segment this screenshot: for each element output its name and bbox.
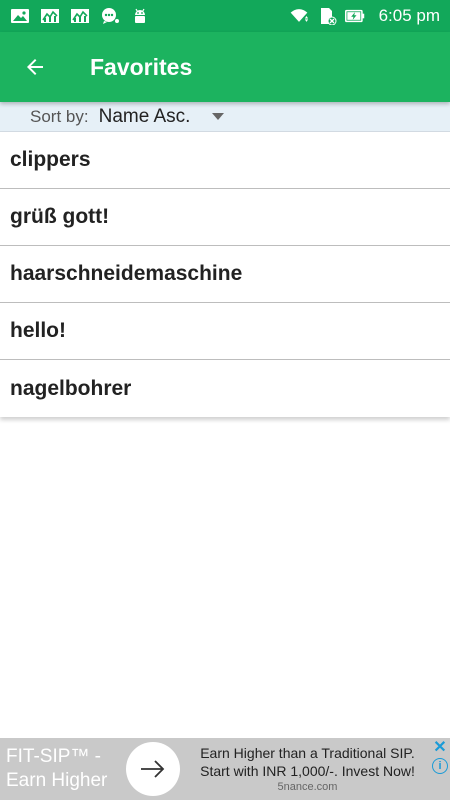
battery-charging-icon [344, 7, 365, 25]
sort-dropdown[interactable]: Name Asc. [99, 106, 249, 128]
arrow-left-icon [27, 59, 43, 75]
ad-banner[interactable]: FIT-SIP™ - Earn Higher Earn Higher than … [0, 738, 450, 800]
ad-domain: 5nance.com [277, 781, 338, 793]
favorite-text: grüß gott! [10, 205, 110, 228]
list-item[interactable]: clippers [0, 132, 450, 189]
arrow-right-icon [141, 760, 165, 778]
close-icon[interactable]: ✕ [433, 740, 446, 756]
status-bar: 6:05 pm [0, 0, 450, 32]
ad-brand-line2: Earn Higher [6, 770, 108, 791]
app-bar: Favorites [0, 32, 450, 102]
dropdown-caret-icon [212, 113, 225, 120]
list-item[interactable]: nagelbohrer [0, 360, 450, 417]
sd-card-icon [317, 7, 337, 25]
message-icon [100, 7, 120, 25]
favorites-list: clippers grüß gott! haarschneidemaschine… [0, 132, 450, 417]
image-icon [10, 7, 30, 25]
info-icon[interactable]: i [432, 758, 448, 774]
chart-icon [40, 7, 60, 25]
favorite-text: hello! [10, 319, 66, 342]
favorite-text: nagelbohrer [10, 376, 132, 400]
ad-controls: ✕ i [432, 740, 448, 774]
favorite-text: clippers [10, 148, 91, 171]
wifi-icon [289, 7, 309, 25]
sort-selected-value: Name Asc. [98, 105, 191, 127]
ad-copy-line2: Start with INR 1,000/-. Invest Now! [200, 763, 415, 779]
ad-brand: FIT-SIP™ - Earn Higher [0, 745, 128, 793]
ad-brand-line1: FIT-SIP™ - [6, 746, 101, 767]
list-item[interactable]: grüß gott! [0, 189, 450, 246]
ad-arrow-button[interactable] [126, 742, 180, 796]
sort-label: Sort by: [30, 106, 89, 126]
ad-copy: Earn Higher than a Traditional SIP. Star… [190, 744, 425, 794]
list-item[interactable]: haarschneidemaschine [0, 246, 450, 303]
back-button[interactable] [0, 32, 70, 102]
chart-icon [70, 7, 90, 25]
page-title: Favorites [90, 53, 193, 80]
sort-bar: Sort by: Name Asc. [0, 102, 450, 132]
status-bar-left-icons [10, 7, 150, 25]
list-item[interactable]: hello! [0, 303, 450, 360]
status-bar-right-icons: 6:05 pm [289, 6, 440, 26]
ad-copy-line1: Earn Higher than a Traditional SIP. [200, 745, 415, 761]
favorite-text: haarschneidemaschine [10, 262, 243, 285]
status-time: 6:05 pm [378, 6, 440, 25]
android-icon [130, 7, 150, 25]
